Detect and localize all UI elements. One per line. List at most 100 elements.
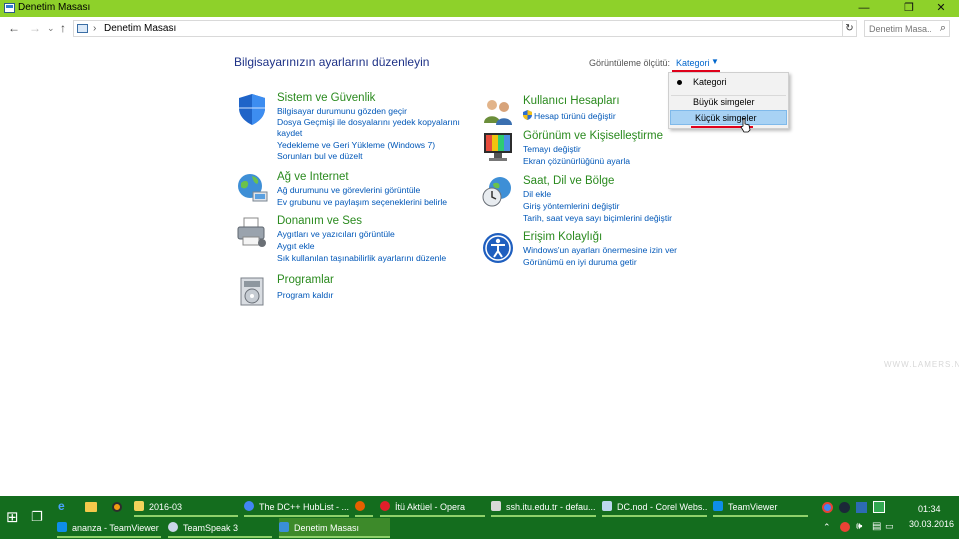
link-backup-restore[interactable]: Yedekleme ve Geri Yükleme (Windows 7) [277, 140, 435, 151]
link-optimize-display[interactable]: Görünümü en iyi duruma getir [523, 257, 637, 268]
monitor-tray-icon[interactable] [856, 502, 867, 513]
network-icon[interactable]: ▤ [872, 521, 881, 532]
control-panel-icon [4, 3, 15, 13]
link-network-status[interactable]: Ağ durumunu ve görevlerini görüntüle [277, 185, 420, 196]
monitor-icon[interactable] [481, 130, 515, 164]
category-title[interactable]: Programlar [277, 274, 334, 286]
option-small-icons[interactable]: Küçük simgeler [670, 110, 787, 125]
folder-icon [134, 501, 144, 511]
view-caret-icon[interactable]: ▼ [711, 57, 719, 66]
shield-icon[interactable] [235, 92, 269, 126]
taskbar-item-opera[interactable]: İtü Aktüel - Opera [380, 497, 485, 517]
opera-icon [380, 501, 390, 511]
forward-arrow-icon[interactable]: → [29, 20, 41, 36]
category-title[interactable]: Erişim Kolaylığı [523, 231, 602, 243]
category-title[interactable]: Kullanıcı Hesapları [523, 95, 620, 107]
teamspeak-icon [168, 522, 178, 532]
link-file-history-cont[interactable]: kaydet [277, 128, 302, 139]
option-category[interactable]: Kategori [669, 75, 788, 90]
search-icon[interactable]: ⌕ [940, 21, 946, 36]
link-file-history[interactable]: Dosya Geçmişi ile dosyalarını yedek kopy… [277, 117, 460, 128]
taskbar-item-folder-2016-03[interactable]: 2016-03 [134, 497, 238, 517]
view-by-label: Görüntüleme ölçütü: [589, 58, 671, 68]
breadcrumb-separator-icon[interactable]: › [93, 21, 96, 36]
windows-start-icon[interactable]: ⊞ [6, 508, 19, 526]
breadcrumb-control-panel[interactable]: Denetim Masası [104, 23, 176, 34]
link-change-theme[interactable]: Temayı değiştir [523, 144, 581, 155]
control-panel-icon [279, 522, 289, 532]
minimize-button[interactable]: — [849, 0, 879, 17]
taskbar-item-teamspeak[interactable]: TeamSpeak 3 [168, 518, 272, 538]
app-icon[interactable] [112, 502, 122, 512]
link-input-methods[interactable]: Giriş yöntemlerini değiştir [523, 201, 619, 212]
view-by-selector[interactable]: Kategori [676, 58, 710, 68]
chrome-icon [244, 501, 254, 511]
recent-locations-icon[interactable]: ⌄ [47, 20, 55, 36]
clock-time[interactable]: 01:34 [918, 504, 941, 514]
teamviewer-icon [713, 501, 723, 511]
link-mobility-settings[interactable]: Sık kullanılan taşınabilirlik ayarlarını… [277, 253, 446, 264]
back-arrow-icon[interactable]: ← [8, 20, 20, 36]
file-explorer-icon[interactable] [85, 502, 97, 512]
tray-expand-icon[interactable]: ⌃ [823, 522, 831, 533]
search-box[interactable]: ⌕ [864, 20, 950, 37]
chrome-tray-icon[interactable] [822, 502, 833, 513]
view-by-dropdown: Kategori Büyük simgeler Küçük simgeler [668, 72, 789, 129]
category-title[interactable]: Saat, Dil ve Bölge [523, 175, 614, 187]
link-devices-printers[interactable]: Aygıtları ve yazıcıları görüntüle [277, 229, 395, 240]
edge-browser-icon[interactable]: e [58, 500, 69, 512]
link-let-windows-suggest[interactable]: Windows'un ayarları önermesine izin ver [523, 245, 677, 256]
clock-globe-icon[interactable] [481, 175, 515, 209]
category-title[interactable]: Donanım ve Ses [277, 215, 362, 227]
hand-cursor-icon [740, 118, 751, 133]
link-add-language[interactable]: Dil ekle [523, 189, 551, 200]
title-bar[interactable]: Denetim Masası — ❐ ✕ [0, 0, 959, 17]
refresh-icon[interactable]: ↻ [842, 20, 857, 37]
address-toolbar: ← → ⌄ ↑ › Denetim Masası › ↻ ⌕ [0, 17, 959, 39]
taskbar-item-chrome[interactable]: The DC++ HubList - ... [244, 497, 349, 517]
taskbar-item-control-panel[interactable]: Denetim Masası [279, 518, 390, 538]
link-homegroup[interactable]: Ev grubunu ve paylaşım seçeneklerini bel… [277, 197, 447, 208]
printer-icon[interactable] [235, 215, 269, 249]
taskbar-item-firefox[interactable] [355, 497, 373, 517]
restore-button[interactable]: ❐ [894, 0, 924, 17]
steam-tray-icon[interactable] [839, 502, 850, 513]
link-screen-resolution[interactable]: Ekran çözünürlüğünü ayarla [523, 156, 630, 167]
breadcrumb-chevron-icon[interactable]: › [168, 21, 171, 36]
teamviewer-icon [57, 522, 67, 532]
link-troubleshoot[interactable]: Sorunları bul ve düzelt [277, 151, 363, 162]
uac-shield-icon [523, 110, 532, 120]
app-tray-icon[interactable] [873, 501, 885, 513]
link-change-account-type[interactable]: Hesap türünü değiştir [534, 111, 616, 122]
language-icon[interactable]: ▭ [885, 521, 894, 532]
search-input[interactable] [869, 22, 931, 35]
up-arrow-icon[interactable]: ↑ [60, 20, 66, 36]
task-view-icon[interactable]: ❐ [31, 509, 43, 525]
corel-icon [602, 501, 612, 511]
taskbar-item-corel[interactable]: DC.nod - Corel Webs... [602, 497, 707, 517]
option-large-icons[interactable]: Büyük simgeler [669, 95, 788, 110]
ssh-terminal-icon [491, 501, 501, 511]
link-uninstall-program[interactable]: Program kaldır [277, 290, 333, 301]
category-title[interactable]: Görünüm ve Kişiselleştirme [523, 130, 663, 142]
network-globe-icon[interactable] [235, 171, 269, 205]
volume-icon[interactable]: 🕪 [856, 521, 862, 532]
category-title[interactable]: Sistem ve Güvenlik [277, 92, 375, 104]
control-panel-icon [77, 24, 88, 33]
taskbar-item-teamviewer-ananza[interactable]: ananza - TeamViewer ... [57, 518, 161, 538]
clock-date[interactable]: 30.03.2016 [909, 519, 954, 529]
category-title[interactable]: Ağ ve Internet [277, 171, 349, 183]
programs-disc-icon[interactable] [235, 274, 269, 308]
address-box[interactable]: › Denetim Masası › [73, 20, 843, 37]
link-date-time-formats[interactable]: Tarih, saat veya sayı biçimlerini değişt… [523, 213, 672, 224]
taskbar: ⊞ ❐ e 2016-03 The DC++ HubList - ... İtü… [0, 496, 959, 539]
users-icon[interactable] [481, 95, 515, 129]
tray-notification-icon[interactable] [840, 522, 850, 532]
link-add-device[interactable]: Aygıt ekle [277, 241, 315, 252]
firefox-icon [355, 501, 365, 511]
accessibility-icon[interactable] [481, 231, 515, 265]
taskbar-item-ssh[interactable]: ssh.itu.edu.tr - defau... [491, 497, 596, 517]
taskbar-item-teamviewer[interactable]: TeamViewer [713, 497, 808, 517]
close-button[interactable]: ✕ [926, 0, 956, 17]
link-review-status[interactable]: Bilgisayar durumunu gözden geçir [277, 106, 407, 117]
